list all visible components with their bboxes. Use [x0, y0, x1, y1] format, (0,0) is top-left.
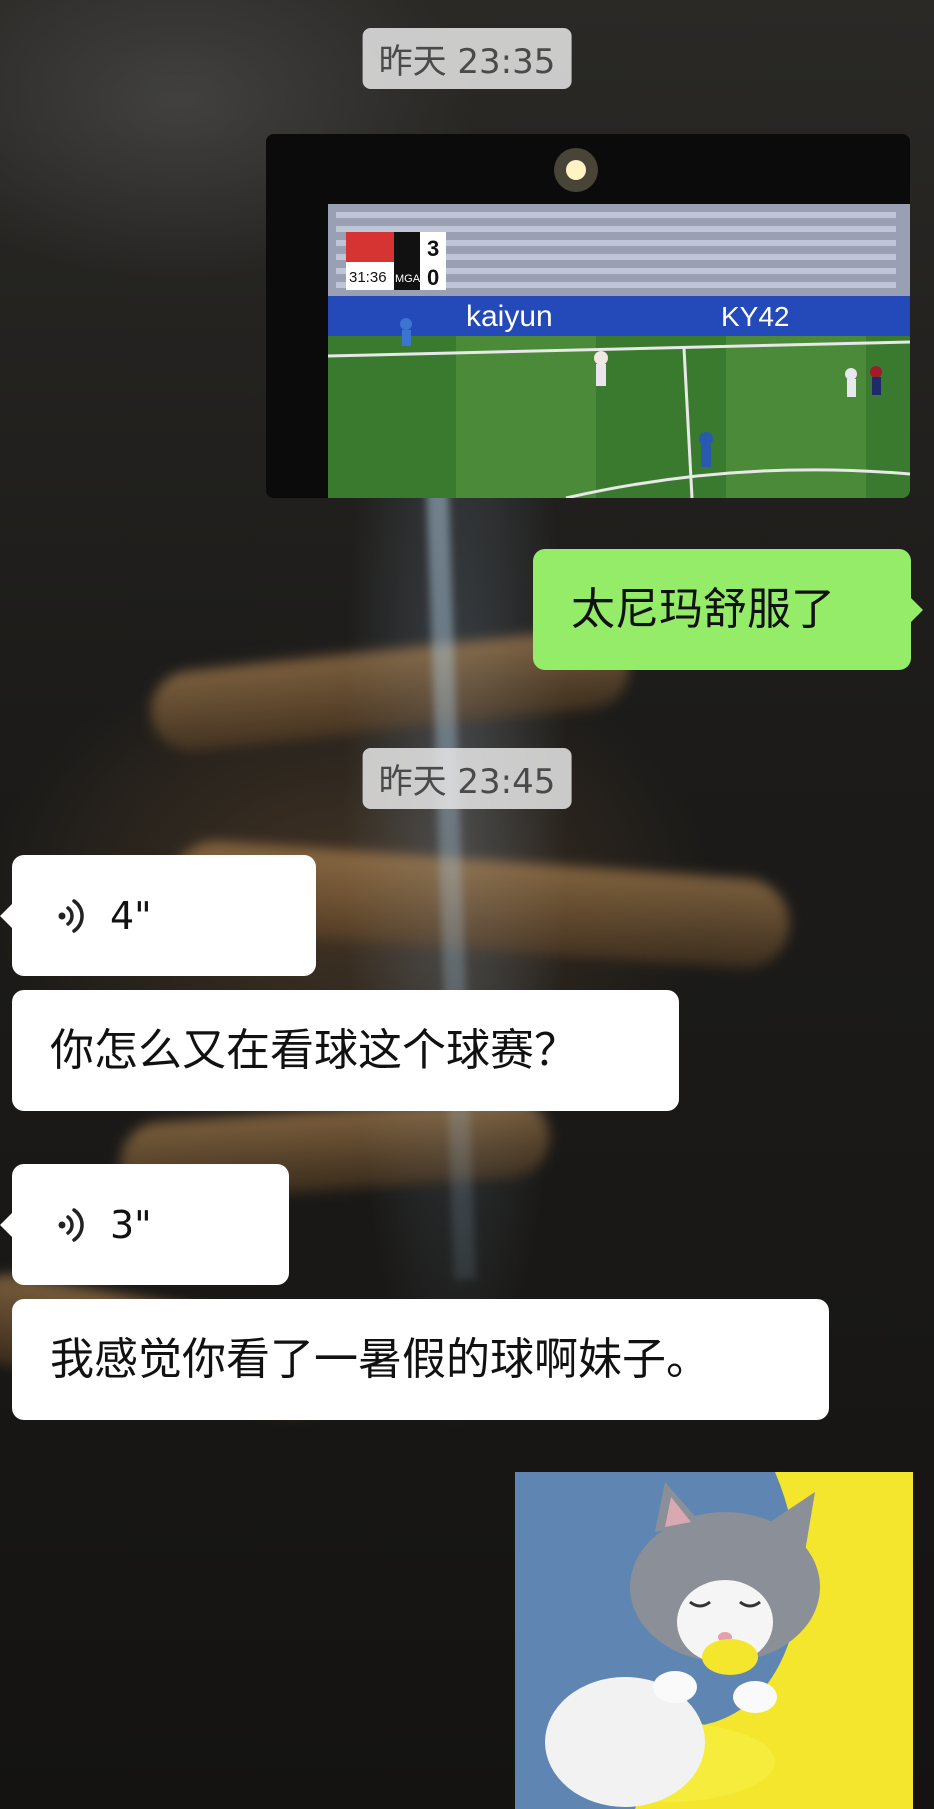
football-match-photo[interactable]: kaiyun KY42 3 0 31:36 MGA [266, 134, 910, 498]
match-clock: 31:36 [349, 269, 387, 286]
bubble-tail [911, 597, 923, 622]
ad-board-code: KY42 [721, 301, 790, 332]
bubble-tail [0, 1212, 12, 1237]
incoming-voice-message[interactable]: 3" [0, 1164, 289, 1285]
incoming-text-message[interactable]: 我感觉你看了一暑假的球啊妹子。 [12, 1299, 829, 1420]
bubble-tail [0, 903, 12, 928]
voice-duration: 4" [110, 893, 152, 938]
voice-wave-icon [52, 1205, 92, 1245]
voice-wave-icon [52, 896, 92, 936]
outgoing-text-message[interactable]: 太尼玛舒服了 [533, 549, 923, 670]
cat-hugging-plush-sticker[interactable] [515, 1472, 913, 1809]
score-away: 0 [427, 265, 439, 290]
message-text: 太尼玛舒服了 [571, 583, 835, 635]
incoming-text-message[interactable]: 你怎么又在看球这个球赛？ [12, 990, 679, 1111]
ad-board-brand: kaiyun [466, 300, 553, 333]
cat-sticker-image [515, 1472, 913, 1809]
timestamp: 昨天 23:45 [362, 748, 572, 809]
voice-duration: 3" [110, 1202, 152, 1247]
message-text: 我感觉你看了一暑假的球啊妹子。 [50, 1333, 710, 1385]
incoming-voice-message[interactable]: 4" [0, 855, 316, 976]
timestamp: 昨天 23:35 [362, 28, 572, 89]
team-code: MGA [395, 273, 421, 285]
score-home: 3 [427, 236, 439, 261]
message-text: 你怎么又在看球这个球赛？ [50, 1024, 578, 1076]
football-photo-image: kaiyun KY42 3 0 31:36 MGA [266, 134, 910, 498]
